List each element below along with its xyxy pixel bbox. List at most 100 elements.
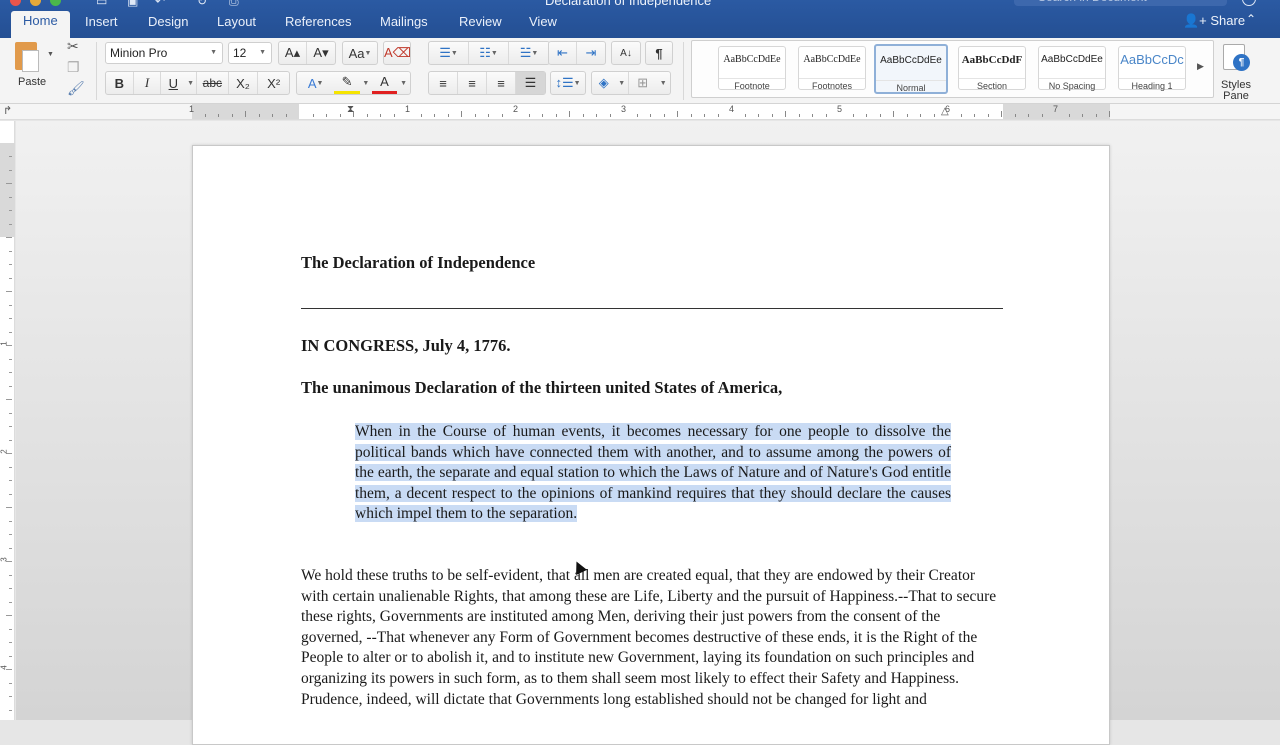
ruler-tick bbox=[461, 111, 462, 117]
gallery-more-arrow-icon[interactable]: ▶ bbox=[1197, 61, 1204, 72]
tab-stop-selector-icon[interactable]: ↱ bbox=[3, 104, 12, 117]
line-spacing-icon[interactable]: ↕☰ ▼ bbox=[551, 72, 585, 94]
styles-pane-label: Styles Pane bbox=[1221, 79, 1251, 102]
document-title: Declaration of Independence bbox=[545, 0, 712, 8]
multilevel-list-icon[interactable]: ☱ ▼ bbox=[509, 42, 549, 64]
highlight-chevron-icon[interactable]: ▼ bbox=[360, 72, 372, 94]
font-color-chevron-icon[interactable]: ▼ bbox=[397, 72, 410, 94]
font-name-select[interactable]: Minion Pro ▼ bbox=[105, 42, 223, 64]
ruler-tick bbox=[1095, 114, 1097, 117]
shrink-font-button[interactable]: A▾ bbox=[307, 42, 335, 64]
format-painter-icon[interactable]: 🖌 bbox=[67, 80, 85, 97]
shading-border-group: ◈ ▼ ⊞ ▼ bbox=[591, 71, 671, 95]
print-icon[interactable]: ⎙ bbox=[229, 0, 239, 9]
change-case-button[interactable]: Aa ▼ bbox=[343, 42, 377, 64]
tab-view[interactable]: View bbox=[529, 12, 557, 34]
styles-pane-button[interactable]: ¶ Styles Pane bbox=[1218, 42, 1254, 102]
tab-home[interactable]: Home bbox=[11, 11, 70, 38]
share-button[interactable]: 👤+ Share bbox=[1183, 12, 1245, 30]
tab-references[interactable]: References bbox=[285, 12, 351, 34]
ruler-number: 4 bbox=[0, 665, 9, 670]
borders-icon[interactable]: ⊞ bbox=[629, 72, 656, 94]
text-effects-icon[interactable]: A ▼ bbox=[297, 72, 334, 94]
collapse-ribbon-icon[interactable]: ⌃ bbox=[1246, 12, 1256, 26]
justify-icon[interactable]: ☰ bbox=[516, 72, 545, 94]
highlight-icon[interactable]: ✎ bbox=[334, 72, 360, 94]
style-name: Footnote bbox=[719, 78, 785, 91]
ruler-tick bbox=[245, 111, 246, 117]
tab-insert[interactable]: Insert bbox=[85, 12, 118, 34]
increase-indent-icon[interactable]: ⇥ bbox=[577, 42, 605, 64]
clear-formatting-icon[interactable]: A⌫ bbox=[384, 42, 411, 64]
ruler-tick bbox=[9, 318, 12, 319]
cut-icon[interactable]: ✂ bbox=[67, 38, 79, 55]
borders-chevron-icon[interactable]: ▼ bbox=[656, 72, 670, 94]
copy-icon[interactable]: ❐ bbox=[67, 59, 80, 76]
body-paragraph[interactable]: We hold these truths to be self-evident,… bbox=[301, 566, 1003, 710]
ruler-tick bbox=[771, 114, 773, 117]
underline-options-chevron-icon[interactable]: ▼ bbox=[185, 72, 198, 94]
ruler-tick bbox=[9, 601, 12, 603]
font-size-select[interactable]: 12 ▼ bbox=[228, 42, 272, 64]
zoom-window-button[interactable] bbox=[50, 0, 61, 6]
paste-button[interactable]: ▼ Paste bbox=[10, 38, 56, 104]
style-preview: AaBbCcDdEe bbox=[723, 54, 781, 65]
shading-chevron-icon[interactable]: ▼ bbox=[615, 72, 630, 94]
horizontal-ruler[interactable]: 11234567 bbox=[189, 104, 1110, 119]
ruler-tick bbox=[9, 196, 12, 198]
style-no-spacing[interactable]: AaBbCcDdEe No Spacing bbox=[1038, 46, 1106, 91]
undo-icon[interactable]: ↶ bbox=[155, 0, 165, 8]
sort-icon[interactable]: A↓ bbox=[612, 42, 640, 64]
font-color-icon[interactable]: A bbox=[371, 72, 398, 94]
underline-button[interactable]: U bbox=[161, 72, 185, 94]
close-window-button[interactable] bbox=[10, 0, 21, 6]
tab-layout[interactable]: Layout bbox=[217, 12, 256, 34]
save-icon[interactable]: ▣ bbox=[127, 0, 138, 8]
quote-paragraph[interactable]: When in the Course of human events, it b… bbox=[355, 422, 951, 525]
decrease-indent-icon[interactable]: ⇤ bbox=[549, 42, 578, 64]
vertical-ruler[interactable]: 1 2 3 4 bbox=[0, 121, 15, 720]
align-right-icon[interactable]: ≡ bbox=[487, 72, 516, 94]
subscript-button[interactable]: X₂ bbox=[229, 72, 259, 94]
shading-icon[interactable]: ◈ bbox=[592, 72, 615, 94]
change-case-icon: Aa bbox=[348, 45, 365, 61]
tab-design[interactable]: Design bbox=[148, 12, 188, 34]
ruler-tick bbox=[218, 114, 219, 117]
document-page[interactable]: The Declaration of Independence IN CONGR… bbox=[192, 145, 1110, 745]
align-left-icon[interactable]: ≡ bbox=[429, 72, 458, 94]
italic-button[interactable]: I bbox=[134, 72, 162, 94]
superscript-button[interactable]: X² bbox=[258, 72, 289, 94]
style-heading-1[interactable]: AaBbCcDc Heading 1 bbox=[1118, 46, 1186, 91]
redo-icon[interactable]: ↻ bbox=[197, 0, 207, 8]
bullets-icon[interactable]: ☰ ▼ bbox=[429, 42, 469, 64]
style-footnote[interactable]: AaBbCcDdEe Footnote bbox=[718, 46, 786, 91]
ruler-tick bbox=[6, 399, 12, 400]
sidebar-icon[interactable]: ▭ bbox=[96, 0, 107, 8]
font-size-group: A▴ A▾ bbox=[278, 41, 336, 65]
style-footnotes[interactable]: AaBbCcDdEe Footnotes bbox=[798, 46, 866, 91]
ruler-number: 2 bbox=[513, 104, 519, 114]
style-section[interactable]: AaBbCcDdF Section bbox=[958, 46, 1026, 91]
minimize-window-button[interactable] bbox=[30, 0, 41, 6]
numbering-icon[interactable]: ☷ ▼ bbox=[469, 42, 509, 64]
ruler-tick bbox=[933, 114, 935, 117]
tab-mailings[interactable]: Mailings bbox=[380, 12, 428, 34]
ruler-tick bbox=[555, 114, 557, 117]
align-center-icon[interactable]: ≡ bbox=[458, 72, 487, 94]
chevron-down-icon[interactable]: ▼ bbox=[47, 51, 54, 58]
search-input[interactable]: Search in Document bbox=[1014, 0, 1227, 6]
account-icon[interactable] bbox=[1242, 0, 1256, 6]
show-formatting-button[interactable]: ¶ bbox=[646, 42, 672, 64]
style-normal[interactable]: AaBbCcDdEe Normal bbox=[874, 44, 948, 94]
styles-gallery: AaBbCcDdEe Footnote AaBbCcDdEe Footnotes… bbox=[691, 40, 1214, 98]
ruler-tick bbox=[447, 114, 449, 117]
tab-review[interactable]: Review bbox=[459, 12, 502, 34]
indent-marker-icon[interactable]: ⧗ bbox=[347, 104, 354, 115]
strikethrough-button[interactable]: abc bbox=[197, 72, 229, 94]
ruler-tick bbox=[488, 114, 489, 117]
grow-font-button[interactable]: A▴ bbox=[279, 42, 308, 64]
right-indent-marker-icon[interactable]: △ bbox=[941, 106, 949, 117]
ruler-tick bbox=[501, 114, 503, 117]
bold-button[interactable]: B bbox=[106, 72, 134, 94]
ruler-tick bbox=[6, 615, 12, 616]
